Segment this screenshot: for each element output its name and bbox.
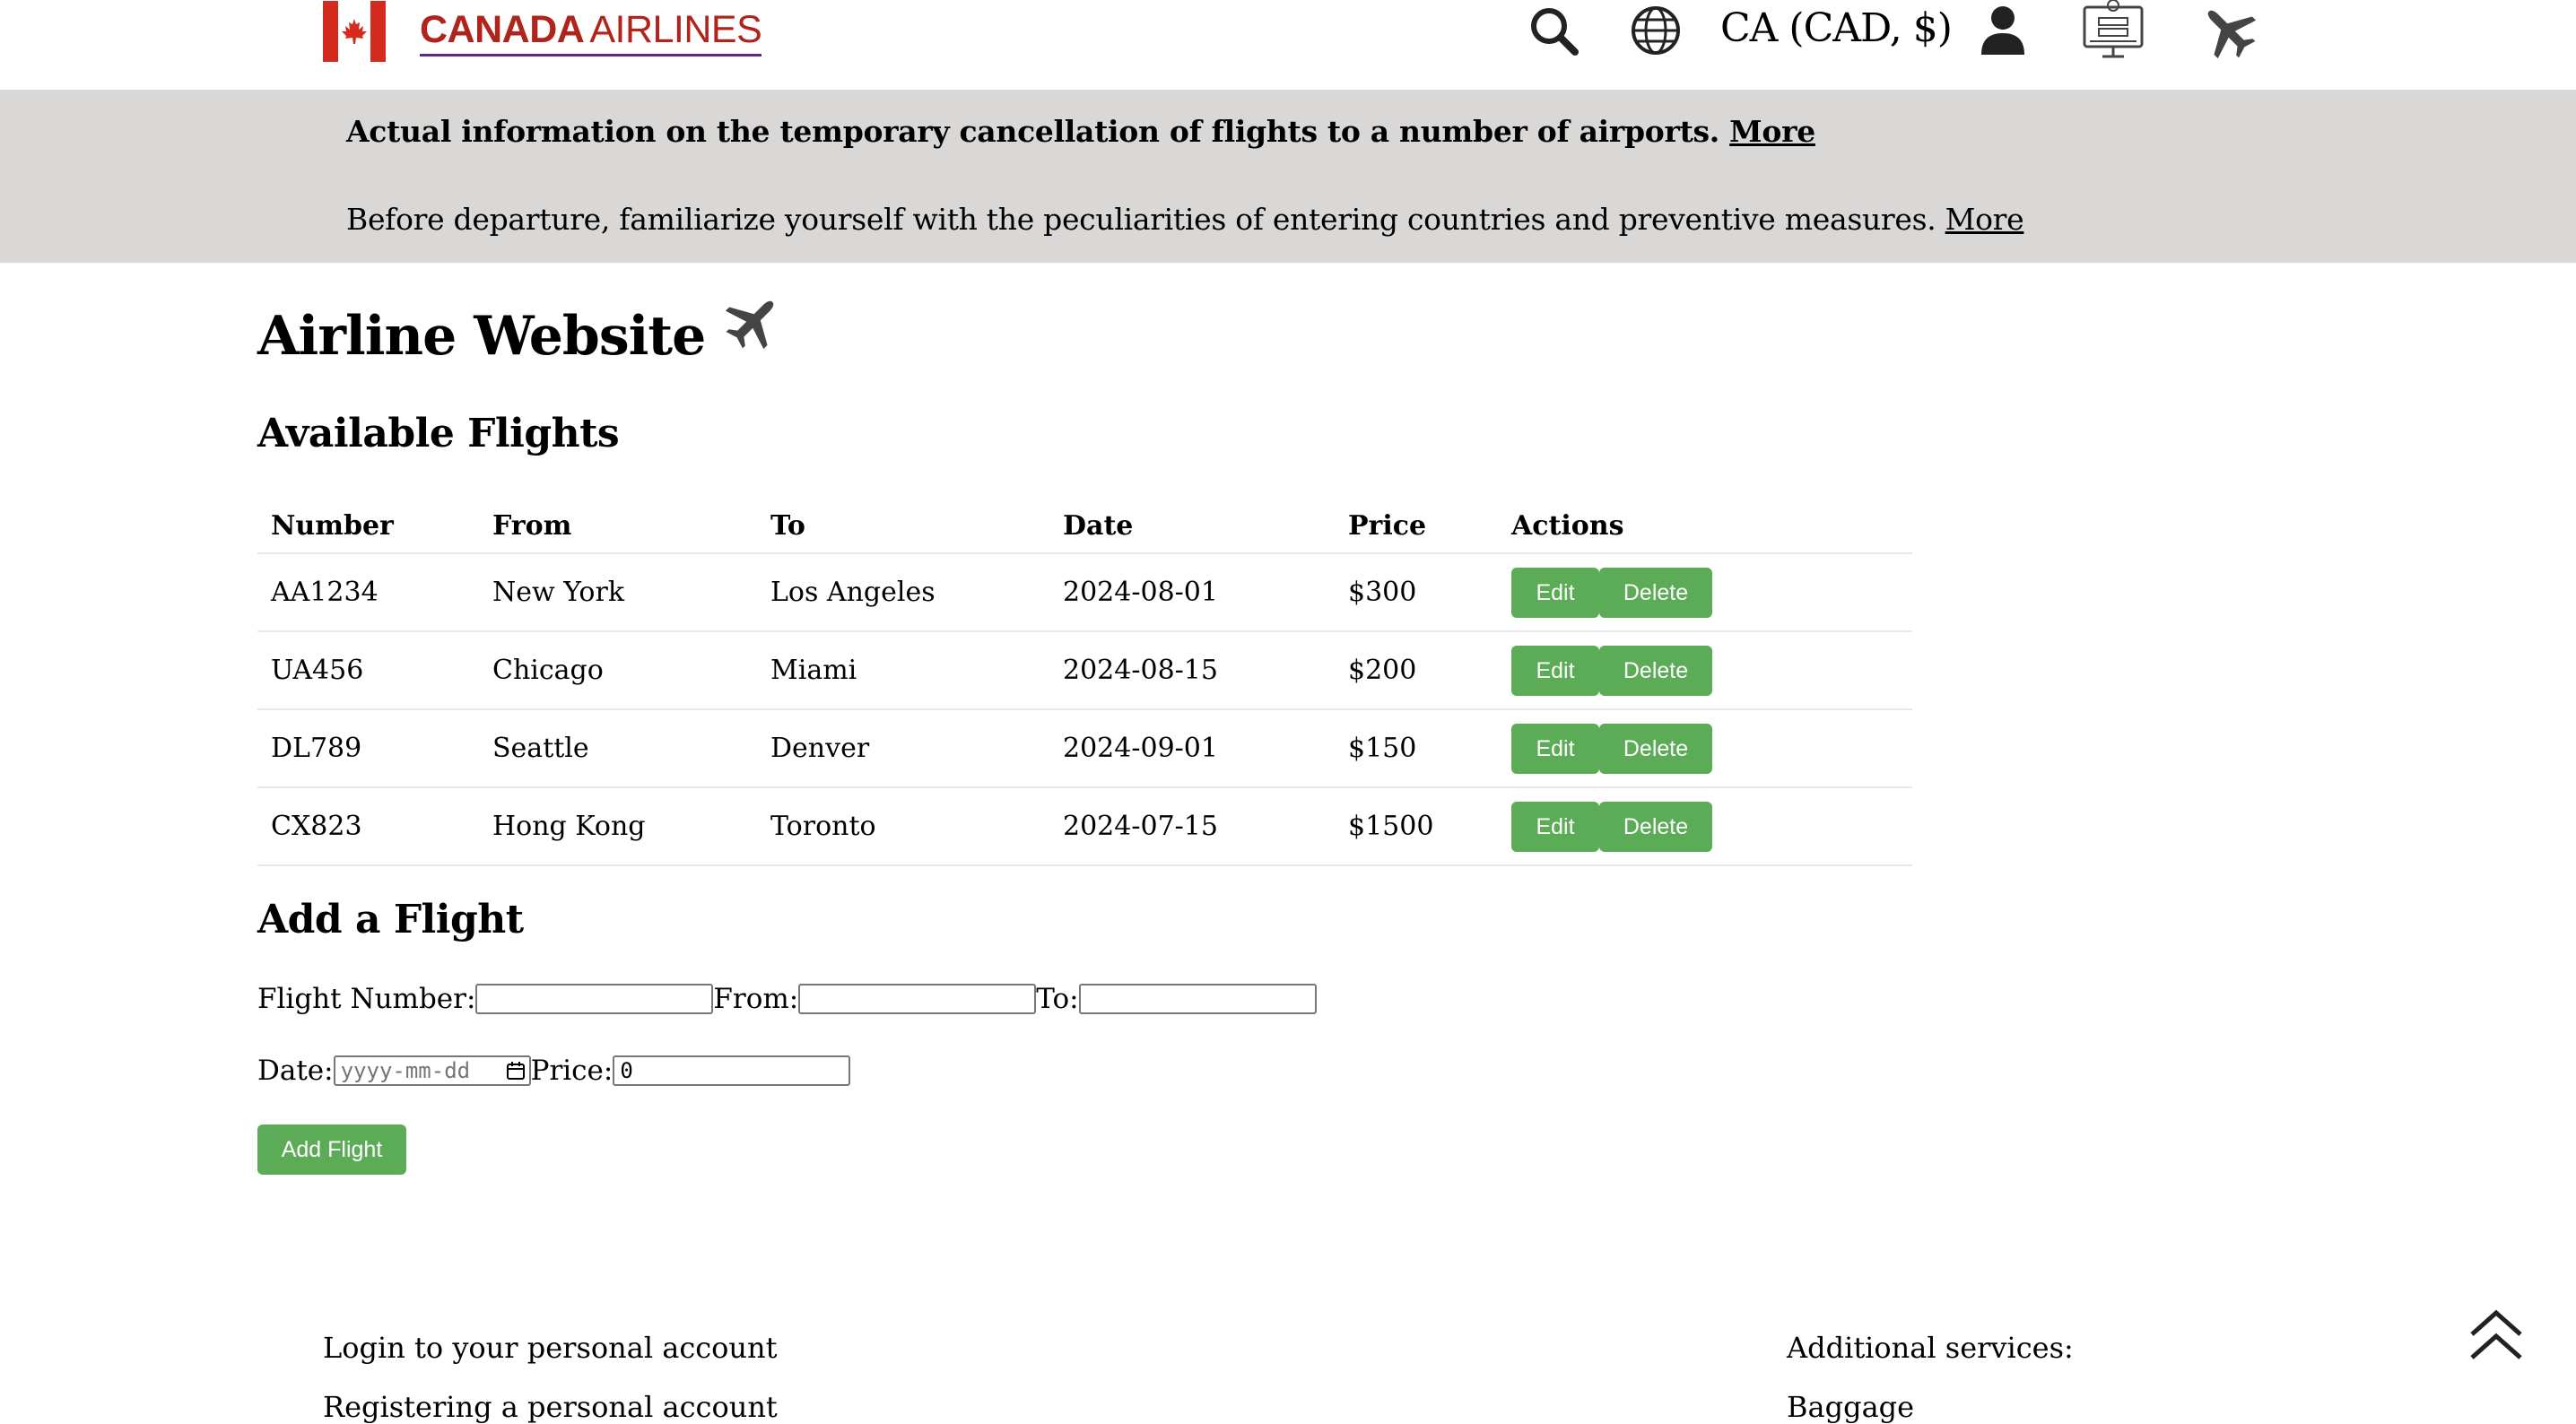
cell-date: 2024-08-15: [1049, 631, 1335, 710]
date-input[interactable]: [333, 1055, 531, 1086]
cell-number: DL789: [257, 709, 479, 788]
title-plane-icon: [721, 289, 786, 367]
banner-more-link-1[interactable]: More: [1729, 114, 1815, 149]
cell-from: Chicago: [479, 631, 757, 710]
banner-more-link-2[interactable]: More: [1945, 202, 2024, 237]
cell-actions: Edit Delete: [1498, 553, 1912, 632]
top-header: CANADA AIRLINES CA (CAD, $): [0, 0, 2576, 90]
delete-button[interactable]: Delete: [1599, 645, 1712, 696]
brand-name-light: AIRLINES: [589, 7, 762, 51]
search-icon[interactable]: [1525, 0, 1582, 61]
brand-name: CANADA AIRLINES: [420, 7, 762, 56]
cell-to: Denver: [757, 709, 1049, 788]
banner-line2-text: Before departure, familiarize yourself w…: [346, 202, 1945, 237]
price-input[interactable]: [613, 1055, 851, 1086]
date-field-wrapper: [333, 1055, 531, 1086]
table-row: DL789 Seattle Denver 2024-09-01 $150 Edi…: [257, 709, 1912, 788]
edit-button[interactable]: Edit: [1511, 801, 1599, 852]
canada-flag-icon: [323, 1, 386, 62]
footer-heading-additional-services: Additional services:: [1787, 1331, 2074, 1365]
page-title-text: Airline Website: [257, 305, 706, 368]
plane-icon[interactable]: [2194, 0, 2262, 61]
flight-number-label: Flight Number:: [257, 983, 476, 1015]
user-icon[interactable]: [1976, 0, 2030, 61]
edit-button[interactable]: Edit: [1511, 645, 1599, 696]
table-row: CX823 Hong Kong Toronto 2024-07-15 $1500…: [257, 787, 1912, 866]
column-header-number: Number: [257, 499, 479, 554]
add-flight-button[interactable]: Add Flight: [257, 1124, 406, 1175]
cell-actions: Edit Delete: [1498, 787, 1912, 866]
cell-actions: Edit Delete: [1498, 709, 1912, 788]
cell-number: CX823: [257, 787, 479, 866]
cell-from: New York: [479, 553, 757, 632]
calendar-icon[interactable]: [506, 1061, 526, 1081]
info-banner: Actual information on the temporary canc…: [0, 90, 2576, 263]
globe-icon[interactable]: [1629, 0, 1683, 61]
cell-to: Miami: [757, 631, 1049, 710]
cell-date: 2024-08-01: [1049, 553, 1335, 632]
delete-button[interactable]: Delete: [1599, 801, 1712, 852]
cell-date: 2024-09-01: [1049, 709, 1335, 788]
add-flight-row-2: Date: Price:: [257, 1055, 851, 1087]
brand-logo[interactable]: CANADA AIRLINES: [323, 0, 762, 63]
cell-to: Los Angeles: [757, 553, 1049, 632]
page-title: Airline Website: [257, 300, 786, 368]
table-header-row: Number From To Date Price Actions: [257, 499, 1912, 554]
brand-name-bold: CANADA: [420, 7, 585, 51]
from-input[interactable]: [798, 984, 1037, 1014]
delete-button[interactable]: Delete: [1599, 567, 1712, 618]
cell-price: $300: [1335, 553, 1498, 632]
edit-button[interactable]: Edit: [1511, 567, 1599, 618]
section-title-available-flights: Available Flights: [257, 411, 620, 456]
add-flight-row-1: Flight Number: From: To:: [257, 983, 1317, 1015]
cell-to: Toronto: [757, 787, 1049, 866]
cell-price: $200: [1335, 631, 1498, 710]
cell-number: UA456: [257, 631, 479, 710]
banner-line1-text: Actual information on the temporary canc…: [346, 114, 1730, 149]
to-label: To:: [1036, 983, 1079, 1015]
cell-actions: Edit Delete: [1498, 631, 1912, 710]
flight-number-input[interactable]: [475, 984, 714, 1014]
edit-button[interactable]: Edit: [1511, 723, 1599, 774]
banner-line-entry-rules: Before departure, familiarize yourself w…: [346, 202, 2024, 237]
cell-from: Seattle: [479, 709, 757, 788]
table-row: AA1234 New York Los Angeles 2024-08-01 $…: [257, 553, 1912, 632]
column-header-to: To: [757, 499, 1049, 554]
cell-from: Hong Kong: [479, 787, 757, 866]
price-label: Price:: [530, 1055, 614, 1087]
scroll-to-top-icon[interactable]: [2467, 1306, 2526, 1365]
footer-link-login[interactable]: Login to your personal account: [323, 1331, 778, 1365]
cell-number: AA1234: [257, 553, 479, 632]
column-header-actions: Actions: [1498, 499, 1912, 554]
cell-price: $1500: [1335, 787, 1498, 866]
from-label: From:: [713, 983, 799, 1015]
column-header-price: Price: [1335, 499, 1498, 554]
table-row: UA456 Chicago Miami 2024-08-15 $200 Edit…: [257, 631, 1912, 710]
date-label: Date:: [257, 1055, 334, 1087]
online-checkin-icon[interactable]: [2079, 0, 2147, 61]
column-header-date: Date: [1049, 499, 1335, 554]
banner-line-cancellations: Actual information on the temporary canc…: [346, 114, 1815, 149]
cell-date: 2024-07-15: [1049, 787, 1335, 866]
delete-button[interactable]: Delete: [1599, 723, 1712, 774]
flights-table: Number From To Date Price Actions AA1234…: [257, 499, 1912, 866]
to-input[interactable]: [1078, 984, 1317, 1014]
cell-price: $150: [1335, 709, 1498, 788]
footer-link-register[interactable]: Registering a personal account: [323, 1390, 778, 1424]
footer-link-baggage[interactable]: Baggage: [1787, 1390, 1914, 1424]
section-title-add-flight: Add a Flight: [257, 897, 524, 942]
column-header-from: From: [479, 499, 757, 554]
currency-selector[interactable]: CA (CAD, $): [1720, 5, 1953, 51]
